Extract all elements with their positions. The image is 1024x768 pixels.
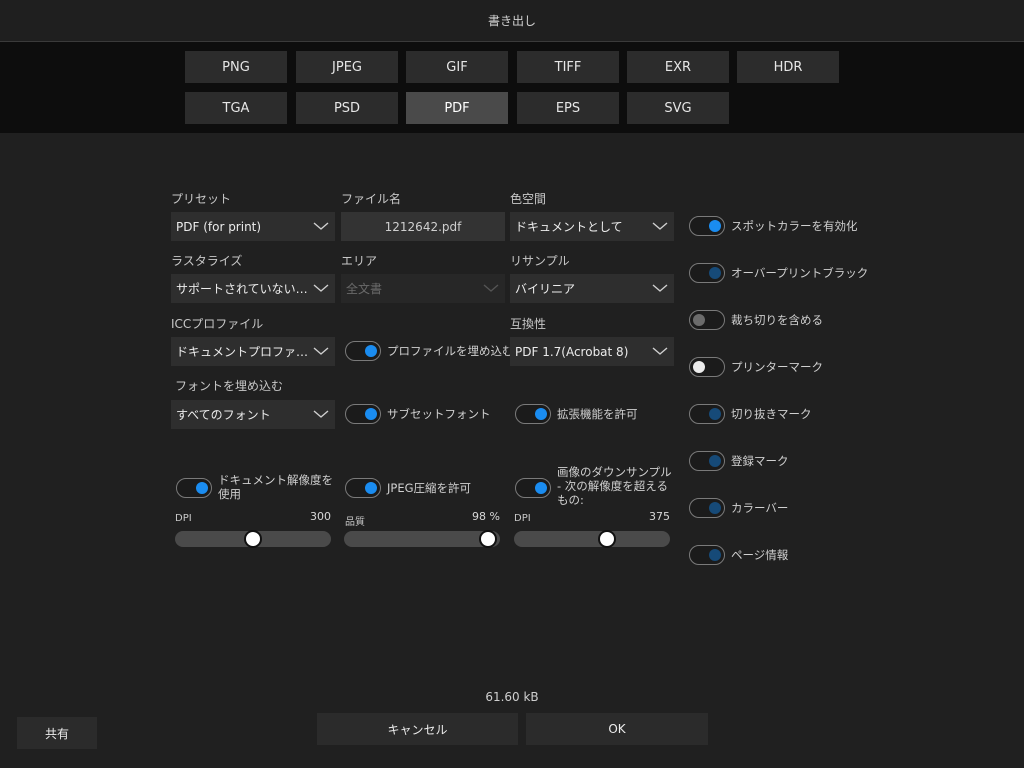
spot-color-label: スポットカラーを有効化 <box>731 219 858 233</box>
rasterize-dropdown[interactable]: サポートされていないプ… <box>171 274 335 303</box>
color-bars-toggle[interactable] <box>689 498 725 518</box>
chevron-down-icon <box>313 410 329 418</box>
format-jpeg-button[interactable]: JPEG <box>296 51 398 83</box>
colorspace-dropdown[interactable]: ドキュメントとして <box>510 212 674 241</box>
resample-value: バイリニア <box>515 282 576 296</box>
colorspace-label: 色空間 <box>510 192 547 206</box>
downsample-toggle[interactable] <box>515 478 551 498</box>
compat-label: 互換性 <box>510 317 547 331</box>
share-button[interactable]: 共有 <box>17 717 97 749</box>
embed-fonts-dropdown[interactable]: すべてのフォント <box>171 400 335 429</box>
downsample-dpi-slider[interactable] <box>514 530 670 548</box>
area-label: エリア <box>341 254 378 268</box>
area-value: 全文書 <box>346 282 383 296</box>
include-bleed-toggle[interactable] <box>689 310 725 330</box>
embed-fonts-value: すべてのフォント <box>176 408 271 422</box>
format-exr-button[interactable]: EXR <box>627 51 729 83</box>
resample-dropdown[interactable]: バイリニア <box>510 274 674 303</box>
chevron-down-icon <box>652 347 668 355</box>
format-png-button[interactable]: PNG <box>185 51 287 83</box>
printer-marks-toggle[interactable] <box>689 357 725 377</box>
colorspace-value: ドキュメントとして <box>515 220 623 234</box>
chevron-down-icon <box>483 284 499 292</box>
resample-label: リサンプル <box>510 254 570 268</box>
filename-label: ファイル名 <box>341 192 402 206</box>
format-tga-button[interactable]: TGA <box>185 92 287 124</box>
jpeg-quality-unit: 品質 <box>345 517 365 528</box>
icc-label: ICCプロファイル <box>171 317 264 331</box>
chevron-down-icon <box>313 284 329 292</box>
file-size: 61.60 kB <box>485 690 539 704</box>
embed-profile-label: プロファイルを埋め込む <box>387 344 514 358</box>
jpeg-quality-value: 98 % <box>472 510 500 523</box>
jpeg-compression-toggle[interactable] <box>345 478 381 498</box>
allow-extensions-label: 拡張機能を許可 <box>557 407 638 421</box>
dialog-title: 書き出し <box>0 0 1024 42</box>
format-bar: PNG JPEG GIF TIFF EXR HDR TGA PSD PDF EP… <box>0 42 1024 133</box>
area-dropdown: 全文書 <box>341 274 505 303</box>
preset-dropdown[interactable]: PDF (for print) <box>171 212 335 241</box>
format-svg-button[interactable]: SVG <box>627 92 729 124</box>
registration-marks-label: 登録マーク <box>731 454 789 468</box>
overprint-black-label: オーバープリントブラック <box>731 266 869 280</box>
compat-value: PDF 1.7(Acrobat 8) <box>515 344 629 359</box>
embed-profile-toggle[interactable] <box>345 341 381 361</box>
use-doc-resolution-label: ドキュメント解像度を使用 <box>218 473 333 501</box>
icc-value: ドキュメントプロファイ… <box>176 345 309 359</box>
rasterize-label: ラスタライズ <box>171 254 243 268</box>
crop-marks-label: 切り抜きマーク <box>731 407 812 421</box>
chevron-down-icon <box>652 222 668 230</box>
format-tiff-button[interactable]: TIFF <box>517 51 619 83</box>
embed-fonts-label: フォントを埋め込む <box>175 379 284 393</box>
slider-thumb[interactable] <box>244 530 262 548</box>
slider-thumb[interactable] <box>598 530 616 548</box>
filename-field[interactable]: 1212642.pdf <box>341 212 505 241</box>
page-info-label: ページ情報 <box>731 548 789 562</box>
chevron-down-icon <box>313 222 329 230</box>
color-bars-label: カラーバー <box>731 501 789 515</box>
compat-dropdown[interactable]: PDF 1.7(Acrobat 8) <box>510 337 674 366</box>
page-info-toggle[interactable] <box>689 545 725 565</box>
ok-button[interactable]: OK <box>526 713 708 745</box>
format-hdr-button[interactable]: HDR <box>737 51 839 83</box>
use-doc-resolution-toggle[interactable] <box>176 478 212 498</box>
rasterize-value: サポートされていないプ… <box>176 282 309 296</box>
cancel-button[interactable]: キャンセル <box>317 713 518 745</box>
format-eps-button[interactable]: EPS <box>517 92 619 124</box>
jpeg-quality-slider[interactable] <box>344 530 500 548</box>
registration-marks-toggle[interactable] <box>689 451 725 471</box>
chevron-down-icon <box>652 284 668 292</box>
format-gif-button[interactable]: GIF <box>406 51 508 83</box>
format-pdf-button[interactable]: PDF <box>406 92 508 124</box>
downsample-label: 画像のダウンサンプル - 次の解像度を超えるもの: <box>557 465 672 507</box>
slider-thumb[interactable] <box>479 530 497 548</box>
subset-fonts-label: サブセットフォント <box>387 407 491 421</box>
doc-dpi-unit: DPI <box>175 513 192 524</box>
doc-dpi-value: 300 <box>310 510 331 523</box>
downsample-dpi-value: 375 <box>649 510 670 523</box>
doc-dpi-slider[interactable] <box>175 530 331 548</box>
spot-color-toggle[interactable] <box>689 216 725 236</box>
icc-dropdown[interactable]: ドキュメントプロファイ… <box>171 337 335 366</box>
preset-label: プリセット <box>171 192 232 206</box>
downsample-dpi-unit: DPI <box>514 513 531 524</box>
preset-value: PDF (for print) <box>176 219 262 234</box>
jpeg-compression-label: JPEG圧縮を許可 <box>387 481 472 495</box>
crop-marks-toggle[interactable] <box>689 404 725 424</box>
chevron-down-icon <box>313 347 329 355</box>
allow-extensions-toggle[interactable] <box>515 404 551 424</box>
include-bleed-label: 裁ち切りを含める <box>731 313 823 327</box>
format-psd-button[interactable]: PSD <box>296 92 398 124</box>
printer-marks-label: プリンターマーク <box>731 360 823 374</box>
subset-fonts-toggle[interactable] <box>345 404 381 424</box>
overprint-black-toggle[interactable] <box>689 263 725 283</box>
